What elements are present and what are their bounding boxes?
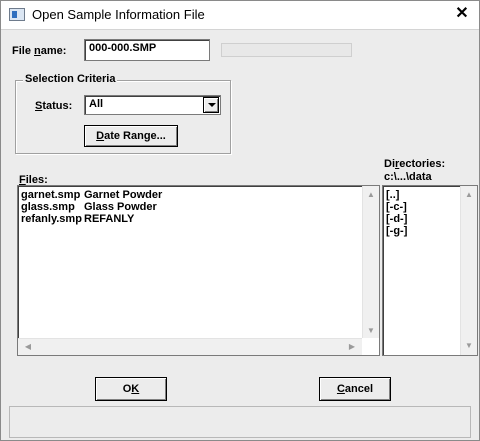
files-listbox[interactable]: garnet.smp Garnet Powder glass.smp Glass… xyxy=(17,185,380,356)
directories-label: Directories: xyxy=(384,158,446,170)
file-name-label: File name: xyxy=(12,45,67,57)
directory-item[interactable]: [-c-] xyxy=(386,201,407,213)
scroll-left-icon[interactable]: ◀ xyxy=(20,342,36,352)
title-bar[interactable]: Open Sample Information File ✕ xyxy=(1,1,479,30)
chevron-down-icon[interactable] xyxy=(203,97,219,113)
window-title: Open Sample Information File xyxy=(32,7,205,22)
file-name: garnet.smp xyxy=(21,189,81,201)
ok-button[interactable]: OK xyxy=(95,377,167,401)
file-name: glass.smp xyxy=(21,201,75,213)
directory-item[interactable]: [..] xyxy=(386,189,399,201)
status-bar xyxy=(9,406,471,438)
directories-listbox[interactable]: [..] [-c-] [-d-] [-g-] ▲ ▼ xyxy=(382,185,478,356)
scroll-down-icon[interactable]: ▼ xyxy=(461,341,477,351)
file-description: Glass Powder xyxy=(84,201,157,213)
file-info-field xyxy=(221,43,352,57)
scroll-right-icon[interactable]: ▶ xyxy=(344,342,360,352)
close-button[interactable]: ✕ xyxy=(451,4,473,24)
app-window-icon[interactable] xyxy=(9,8,25,21)
files-horizontal-scrollbar[interactable]: ◀ ▶ xyxy=(18,338,362,355)
selection-criteria-title: Selection Criteria xyxy=(23,73,118,85)
status-label: Status: xyxy=(35,100,73,112)
file-description: Garnet Powder xyxy=(84,189,163,201)
directories-vertical-scrollbar[interactable]: ▲ ▼ xyxy=(460,186,477,355)
date-range-button[interactable]: Date Range... xyxy=(84,125,178,147)
scroll-down-icon[interactable]: ▼ xyxy=(363,326,379,336)
file-name-input[interactable]: 000-000.SMP xyxy=(84,39,210,61)
status-dropdown-value: All xyxy=(89,98,104,110)
files-vertical-scrollbar[interactable]: ▲ ▼ xyxy=(362,186,379,338)
cancel-button[interactable]: Cancel xyxy=(319,377,391,401)
scroll-up-icon[interactable]: ▲ xyxy=(461,190,477,200)
file-description: REFANLY xyxy=(84,213,135,225)
status-dropdown[interactable]: All xyxy=(84,95,221,115)
directory-item[interactable]: [-d-] xyxy=(386,213,407,225)
current-directory-path: c:\...\data xyxy=(384,171,432,183)
scroll-up-icon[interactable]: ▲ xyxy=(363,190,379,200)
dialog-window: Open Sample Information File ✕ File name… xyxy=(0,0,480,441)
file-name: refanly.smp xyxy=(21,213,82,225)
directory-item[interactable]: [-g-] xyxy=(386,225,407,237)
